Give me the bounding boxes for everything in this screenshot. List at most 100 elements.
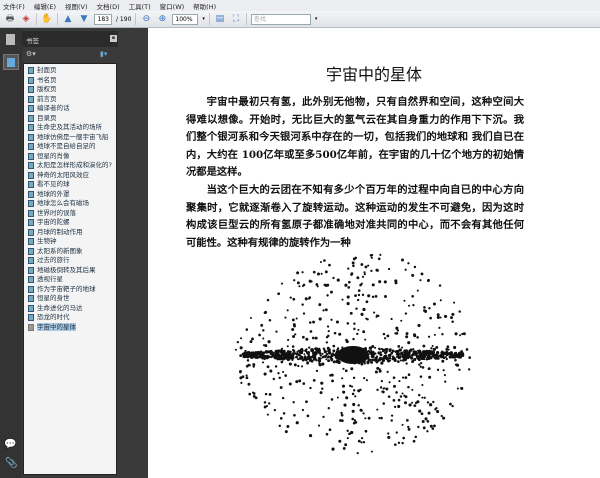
star-dot: [343, 403, 347, 407]
bookmark-item[interactable]: 封面页: [24, 66, 116, 75]
bookmark-item[interactable]: 编译者的话: [24, 104, 116, 113]
star-dot: [356, 276, 360, 280]
star-dot: [423, 396, 426, 399]
star-dot: [306, 414, 310, 418]
star-dot: [441, 333, 444, 336]
bookmark-item[interactable]: 地球怎么会有磁场: [24, 199, 116, 208]
search-input[interactable]: 查找: [250, 13, 311, 25]
create-pdf-icon[interactable]: ◈: [20, 13, 32, 25]
bookmark-item[interactable]: 太阳系的新图象: [24, 247, 116, 256]
star-dot: [395, 326, 399, 330]
zoom-in-icon[interactable]: ⊕: [156, 13, 168, 25]
star-dot: [426, 401, 430, 404]
bookmark-item[interactable]: 地球的外罩: [24, 190, 116, 199]
star-dot: [371, 283, 375, 287]
menu-item[interactable]: 编辑(E): [34, 1, 56, 11]
print-icon[interactable]: 🖶: [4, 13, 16, 25]
bookmark-item[interactable]: 前言页: [24, 95, 116, 104]
bookmark-item[interactable]: 目录页: [24, 114, 116, 123]
divider: [135, 13, 137, 25]
bookmark-icon: [28, 323, 34, 331]
bookmark-item[interactable]: 生命进化的马达: [24, 304, 116, 313]
bookmark-item[interactable]: 宇宙的陀螺: [24, 218, 116, 227]
star-dot: [458, 368, 461, 371]
bookmark-item[interactable]: 恐龙的时代: [24, 313, 116, 322]
star-dot: [302, 283, 306, 287]
star-dot: [275, 330, 278, 333]
bookmark-item[interactable]: 地球仿佛是一艘宇宙飞船: [24, 133, 116, 142]
bookmark-item[interactable]: 作为宇宙靶子的地球: [24, 285, 116, 294]
bookmark-item[interactable]: 看不见的球: [24, 180, 116, 189]
bookmark-item[interactable]: 世界时的误落: [24, 209, 116, 218]
menu-item[interactable]: 工具(T): [129, 1, 151, 11]
navigation-strip: 💬 📎: [0, 28, 22, 478]
bookmark-item[interactable]: 神奇的太阳风效应: [24, 171, 116, 180]
star-dot: [432, 347, 436, 352]
band-dot: [323, 355, 327, 359]
bookmark-item[interactable]: 恒星的身世: [24, 294, 116, 303]
band-dot: [403, 349, 408, 353]
star-dot: [382, 387, 385, 390]
options-icon[interactable]: ⚙▾: [26, 50, 36, 58]
bookmark-icon: [28, 314, 34, 321]
panel-splitter[interactable]: [118, 28, 148, 478]
band-dot: [446, 352, 450, 356]
next-page-icon[interactable]: ▼: [78, 13, 90, 25]
bookmark-item[interactable]: 透视行星: [24, 275, 116, 284]
star-dot: [454, 358, 457, 362]
band-dot: [371, 352, 374, 355]
star-dot: [370, 450, 373, 453]
band-dot: [388, 357, 392, 360]
bookmark-label: 恒星的身世: [37, 294, 70, 302]
bookmarks-icon[interactable]: [3, 54, 19, 70]
new-bookmark-icon[interactable]: ▮▾: [100, 50, 107, 58]
close-icon[interactable]: ▪: [110, 35, 117, 42]
bookmark-item[interactable]: 生物钟: [24, 237, 116, 246]
bookmark-item[interactable]: 地磁极倒转及其后果: [24, 266, 116, 275]
star-dot: [306, 361, 309, 364]
bookmark-item[interactable]: 版权页: [24, 85, 116, 94]
full-screen-icon[interactable]: ⛶: [230, 13, 242, 25]
band-dot: [326, 346, 330, 350]
star-dot: [329, 374, 332, 377]
star-dot: [440, 414, 443, 418]
menu-item[interactable]: 文档(D): [97, 1, 120, 11]
bookmark-item[interactable]: 太阳是怎样形成和演化的?: [24, 161, 116, 170]
page-number-input[interactable]: 183: [94, 13, 112, 25]
star-dot: [291, 318, 295, 322]
bookmark-item[interactable]: 过去的旅行: [24, 256, 116, 265]
zoom-select[interactable]: 100%: [172, 13, 199, 25]
star-dot: [402, 436, 406, 440]
comments-icon[interactable]: 💬: [4, 439, 16, 450]
band-dot: [374, 346, 377, 349]
fit-page-icon[interactable]: ▤: [214, 13, 226, 25]
attachments-icon[interactable]: 📎: [5, 458, 17, 469]
band-dot: [383, 354, 387, 358]
star-dot: [362, 330, 366, 334]
bookmark-item[interactable]: 宇宙中的星体: [24, 322, 116, 331]
bookmark-item[interactable]: 月球的制动作用: [24, 228, 116, 237]
star-dot: [293, 363, 297, 367]
bookmark-item[interactable]: 书名页: [24, 76, 116, 85]
menu-item[interactable]: 视图(V): [65, 1, 88, 11]
hand-tool-icon[interactable]: ✋: [41, 13, 53, 25]
bookmark-item[interactable]: 恒星的肖像: [24, 152, 116, 161]
band-dot: [326, 356, 330, 359]
menu-item[interactable]: 窗口(W): [160, 1, 185, 11]
pages-icon[interactable]: [6, 34, 15, 45]
star-dot: [269, 369, 273, 373]
previous-page-icon[interactable]: ▲: [62, 13, 74, 25]
bookmark-label: 过去的旅行: [37, 256, 70, 264]
chevron-down-icon[interactable]: ▾: [202, 16, 205, 22]
menu-item[interactable]: 帮助(H): [193, 1, 216, 11]
star-dot: [456, 387, 459, 390]
star-dot: [279, 386, 283, 389]
bookmark-item[interactable]: 生命史及其活动的场所: [24, 123, 116, 132]
chevron-down-icon[interactable]: ▾: [315, 16, 318, 22]
star-dot: [314, 336, 318, 340]
band-dot: [254, 355, 258, 359]
zoom-out-icon[interactable]: ⊖: [140, 13, 152, 25]
bookmark-item[interactable]: 地球不是自给自足的: [24, 142, 116, 151]
menu-item[interactable]: 文件(F): [3, 1, 25, 11]
star-dot: [395, 431, 398, 434]
